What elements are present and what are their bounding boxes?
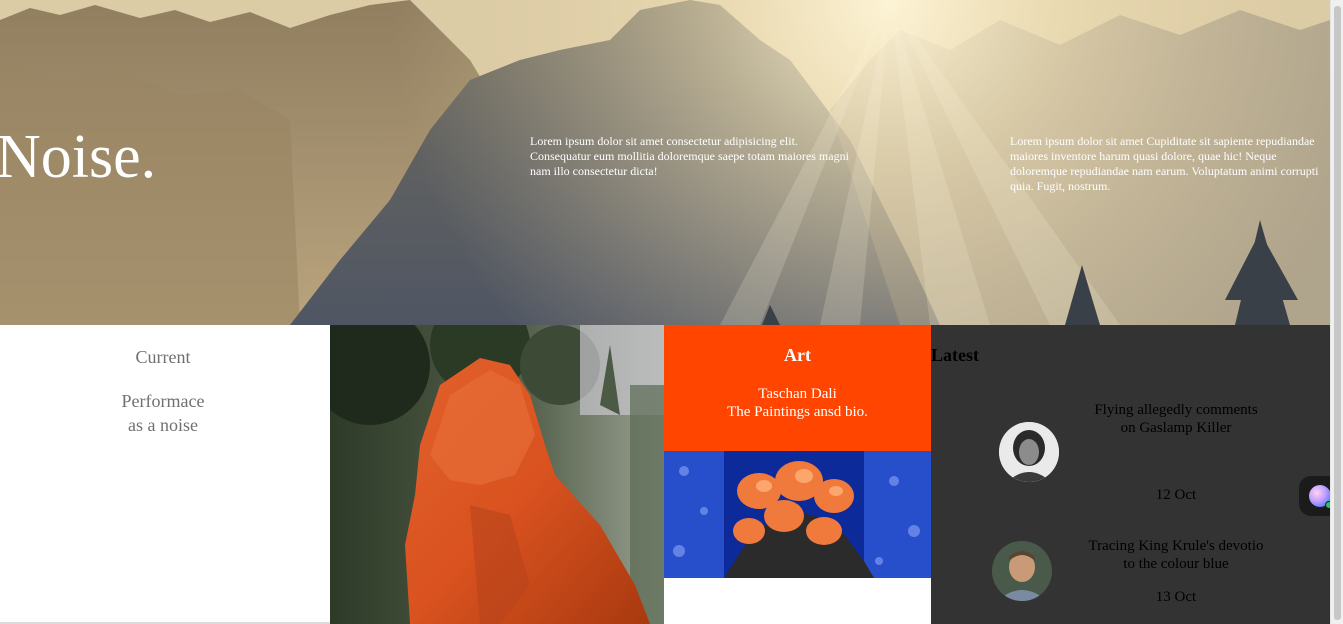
latest-item-date: 13 Oct xyxy=(1155,589,1197,605)
current-heading: Current xyxy=(135,347,191,367)
current-description: Performace as a noise xyxy=(0,389,326,437)
latest-item-title[interactable]: Flying allegedly comments on Gaslamp Kil… xyxy=(1081,401,1271,437)
latest-item-title-line-2: to the colour blue xyxy=(1123,556,1229,572)
scrollbar-thumb[interactable] xyxy=(1334,6,1341,620)
latest-item-title[interactable]: Tracing King Krule's devotio to the colo… xyxy=(1081,537,1271,573)
hero-paragraph-1: Lorem ipsum dolor sit amet consectetur a… xyxy=(530,134,849,178)
current-line-2: as a noise xyxy=(128,415,198,435)
avatar[interactable] xyxy=(992,541,1052,601)
latest-heading: Latest xyxy=(931,345,979,365)
latest-panel: Latest Flying allegedly comments on Gasl… xyxy=(931,325,1330,624)
art-title: Art xyxy=(784,345,811,365)
art-subtitle-line-1: Taschan Dali xyxy=(758,386,837,402)
avatar-smiling-man-image xyxy=(992,541,1052,601)
flower-painting-image[interactable] xyxy=(664,451,931,578)
hero-banner: Noise. Lorem ipsum dolor sit amet consec… xyxy=(0,0,1330,325)
hero-paragraph-2: Lorem ipsum dolor sit amet Cupiditate si… xyxy=(1010,134,1319,193)
art-card[interactable]: Art Taschan Dali The Paintings ansd bio. xyxy=(664,325,931,451)
current-line-1: Performace xyxy=(121,391,205,411)
person-in-orange-raincoat-image xyxy=(330,325,664,624)
art-subtitle: Taschan Dali The Paintings ansd bio. xyxy=(664,385,931,421)
art-panel: Art Taschan Dali The Paintings ansd bio. xyxy=(664,325,931,624)
orange-hood-photo[interactable] xyxy=(330,325,664,624)
avatar-man-curly-hair-image xyxy=(999,422,1059,482)
latest-item-title-line-1: Tracing King Krule's devotio xyxy=(1088,538,1264,554)
vertical-scrollbar[interactable] xyxy=(1330,0,1343,624)
art-subtitle-line-2: The Paintings ansd bio. xyxy=(727,404,868,420)
current-panel: Current Performace as a noise xyxy=(0,325,330,624)
avatar[interactable] xyxy=(999,422,1059,482)
latest-item-title-line-2: on Gaslamp Killer xyxy=(1120,420,1232,436)
flower-painting-svg xyxy=(664,451,931,578)
site-title: Noise. xyxy=(0,123,157,191)
latest-item-title-line-1: Flying allegedly comments xyxy=(1094,402,1258,418)
latest-item-date: 12 Oct xyxy=(1155,487,1197,503)
